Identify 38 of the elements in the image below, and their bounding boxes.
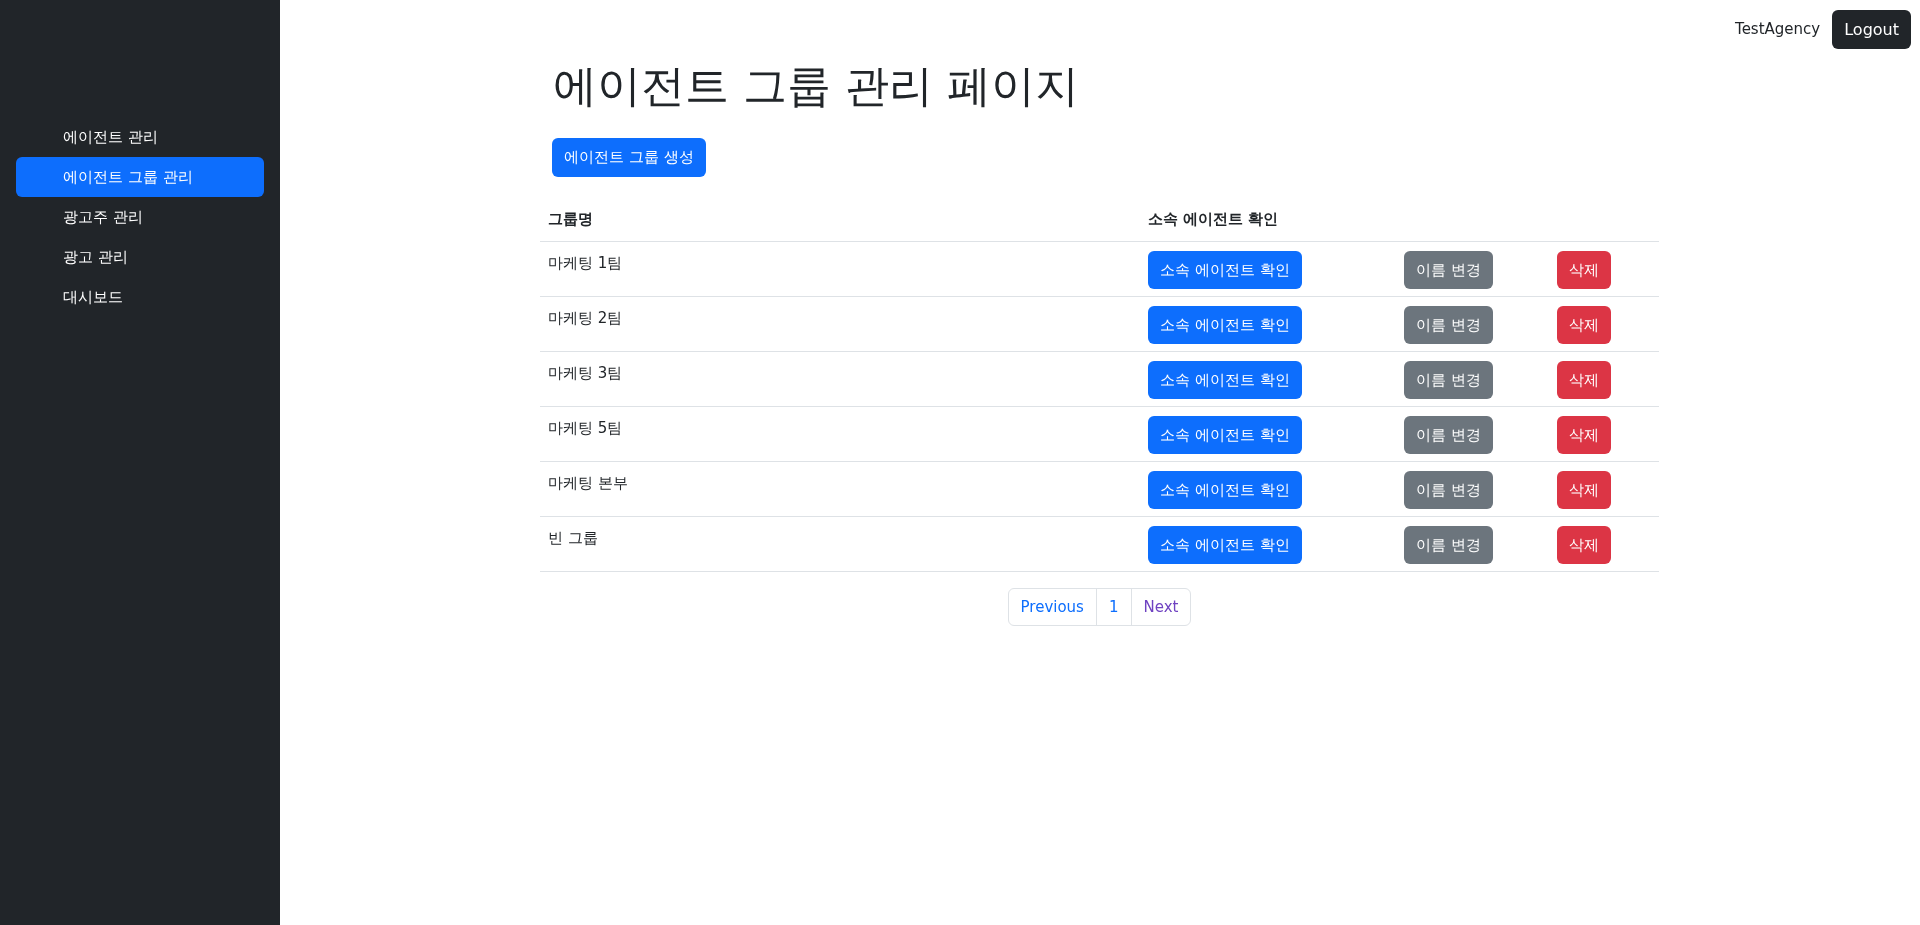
view-members-button[interactable]: 소속 에이전트 확인	[1148, 306, 1302, 344]
group-name: 마케팅 1팀	[547, 253, 624, 274]
rename-button[interactable]: 이름 변경	[1404, 306, 1493, 344]
username: TestAgency	[1735, 19, 1821, 41]
view-members-button[interactable]: 소속 에이전트 확인	[1148, 251, 1302, 289]
page-link[interactable]: Previous	[1007, 588, 1097, 626]
view-members-button[interactable]: 소속 에이전트 확인	[1148, 471, 1302, 509]
rename-button[interactable]: 이름 변경	[1404, 251, 1493, 289]
delete-button[interactable]: 삭제	[1557, 416, 1611, 454]
delete-button[interactable]: 삭제	[1557, 251, 1611, 289]
page-link[interactable]: Next	[1130, 588, 1192, 626]
view-members-button[interactable]: 소속 에이전트 확인	[1148, 361, 1302, 399]
group-name: 빈 그룹	[547, 528, 599, 549]
column-header: 소속 에이전트 확인	[1147, 209, 1280, 231]
sidebar-item[interactable]: 대시보드	[16, 277, 264, 317]
group-name: 마케팅 2팀	[547, 308, 624, 329]
group-name: 마케팅 본부	[547, 473, 629, 494]
create-group-button[interactable]: 에이전트 그룹 생성	[552, 138, 706, 177]
sidebar-item[interactable]: 광고 관리	[16, 237, 264, 277]
page-link[interactable]: 1	[1095, 588, 1132, 626]
sidebar-item[interactable]: 에이전트 관리	[16, 117, 264, 157]
page-title: 에이전트 그룹 관리 페이지	[553, 59, 1080, 113]
group-name: 마케팅 5팀	[547, 418, 624, 439]
sidebar-item[interactable]: 광고주 관리	[16, 197, 264, 237]
rename-button[interactable]: 이름 변경	[1404, 416, 1493, 454]
sidebar-item[interactable]: 에이전트 그룹 관리	[16, 157, 264, 197]
rename-button[interactable]: 이름 변경	[1404, 526, 1493, 564]
delete-button[interactable]: 삭제	[1557, 526, 1611, 564]
delete-button[interactable]: 삭제	[1557, 306, 1611, 344]
rename-button[interactable]: 이름 변경	[1404, 471, 1493, 509]
delete-button[interactable]: 삭제	[1557, 471, 1611, 509]
logout-button[interactable]: Logout	[1832, 10, 1911, 49]
view-members-button[interactable]: 소속 에이전트 확인	[1148, 526, 1302, 564]
group-name: 마케팅 3팀	[547, 363, 624, 384]
delete-button[interactable]: 삭제	[1557, 361, 1611, 399]
view-members-button[interactable]: 소속 에이전트 확인	[1148, 416, 1302, 454]
rename-button[interactable]: 이름 변경	[1404, 361, 1493, 399]
column-header: 그룹명	[547, 209, 594, 231]
